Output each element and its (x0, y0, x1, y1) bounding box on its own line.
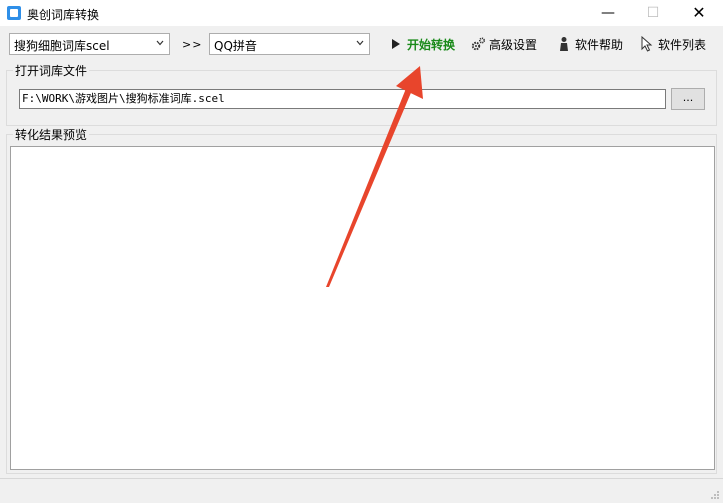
file-path-input[interactable]: F:\WORK\游戏图片\搜狗标准词库.scel (19, 89, 666, 109)
software-list-button[interactable]: 软件列表 (639, 33, 706, 55)
advanced-settings-label: 高级设置 (489, 37, 538, 52)
status-bar (0, 478, 723, 503)
chevron-down-icon (156, 40, 164, 46)
gears-icon (471, 37, 486, 51)
chevron-down-icon (356, 40, 364, 46)
preview-legend: 转化结果预览 (13, 126, 90, 143)
target-format-select[interactable]: QQ拼音 (209, 33, 370, 55)
window-title: 奥创词库转换 (27, 8, 100, 22)
help-label: 软件帮助 (575, 37, 624, 52)
target-format-value: QQ拼音 (214, 39, 257, 53)
play-icon (392, 39, 400, 49)
close-button[interactable]: ✕ (676, 0, 722, 26)
title-bar: 奥创词库转换 — ☐ ✕ (0, 0, 723, 26)
advanced-settings-button[interactable]: 高级设置 (470, 33, 537, 55)
cursor-icon (641, 36, 653, 52)
minimize-button[interactable]: — (585, 0, 631, 26)
preview-textarea[interactable] (10, 146, 715, 470)
resize-grip-icon[interactable] (710, 490, 720, 500)
source-format-value: 搜狗细胞词库scel (14, 39, 110, 53)
app-icon (7, 6, 21, 20)
software-list-label: 软件列表 (658, 37, 707, 52)
start-convert-label: 开始转换 (407, 37, 456, 52)
maximize-button[interactable]: ☐ (630, 0, 676, 26)
source-format-select[interactable]: 搜狗细胞词库scel (9, 33, 170, 55)
browse-button[interactable]: ... (671, 88, 705, 110)
open-file-legend: 打开词库文件 (13, 62, 90, 79)
help-button[interactable]: 软件帮助 (556, 33, 623, 55)
start-convert-button[interactable]: 开始转换 (388, 33, 455, 55)
format-separator: >> (182, 38, 203, 51)
person-icon (560, 37, 568, 51)
